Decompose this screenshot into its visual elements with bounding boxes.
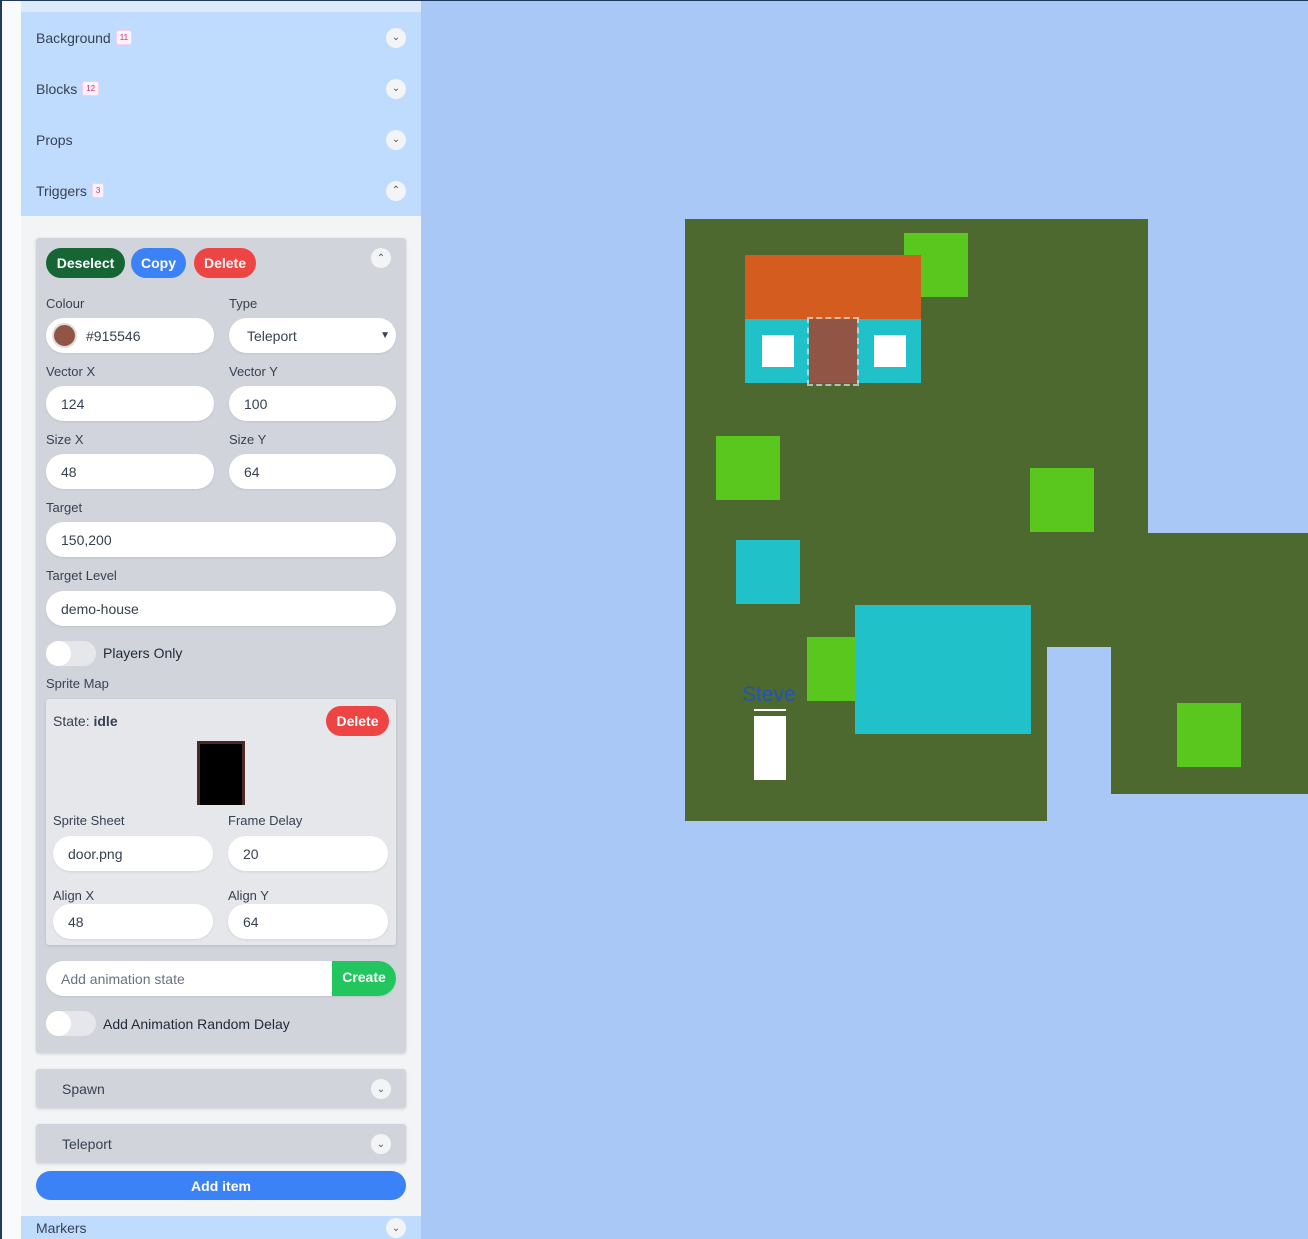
state-name: idle (93, 713, 118, 729)
chevron-up-icon[interactable]: ⌃ (386, 180, 406, 201)
select-arrow-icon: ▼ (380, 330, 390, 341)
chevron-up-icon[interactable]: ⌃ (371, 248, 391, 268)
section-label: Background (36, 29, 111, 46)
trigger-item-label: Teleport (62, 1136, 112, 1152)
count-badge: 3 (91, 183, 105, 198)
chevron-down-icon[interactable]: ⌄ (371, 1079, 391, 1099)
trigger-item-spawn[interactable]: Spawn ⌄ (36, 1069, 406, 1108)
game-canvas[interactable]: Steve (421, 0, 1308, 1239)
door-sprite-preview (197, 741, 245, 805)
size-y-input[interactable]: 64 (229, 454, 396, 489)
section-label: Markers (36, 1220, 87, 1236)
state-prefix: State: (53, 713, 90, 729)
trigger-item-label: Spawn (62, 1081, 105, 1097)
section-label: Blocks (36, 80, 78, 97)
left-gutter (0, 0, 21, 1239)
players-only-label: Players Only (103, 645, 183, 661)
colour-swatch[interactable] (52, 323, 77, 348)
house-window (874, 335, 906, 367)
target-input[interactable]: 150,200 (46, 522, 396, 557)
size-x-input[interactable]: 48 (46, 454, 214, 489)
type-value: Teleport (247, 327, 297, 344)
section-markers[interactable]: Markers ⌄ (21, 1216, 421, 1239)
vector-x-label: Vector X (46, 364, 96, 379)
section-blocks[interactable]: Blocks 12 ⌄ (21, 63, 421, 114)
player-health-bar (754, 709, 786, 711)
add-state-input[interactable]: Add animation state Create (46, 961, 396, 996)
copy-button[interactable]: Copy (131, 248, 186, 278)
type-select[interactable]: Teleport ▼ (229, 318, 396, 353)
trigger-editor-card: Deselect Copy Delete ⌃ Colour Type #9155… (36, 238, 406, 1053)
house-roof[interactable] (745, 255, 921, 319)
vector-y-input[interactable]: 100 (229, 386, 396, 421)
colour-value: #915546 (86, 327, 141, 344)
type-label: Type (229, 296, 258, 311)
grass-block[interactable] (716, 436, 780, 500)
sprite-map-label: Sprite Map (46, 676, 109, 691)
align-y-input[interactable]: 64 (228, 904, 388, 939)
chevron-down-icon[interactable]: ⌄ (386, 78, 406, 99)
deselect-button[interactable]: Deselect (46, 248, 125, 278)
editor-sidebar: Background 11 ⌄ Blocks 12 ⌄ Props ⌄ Triggers 3… (21, 0, 421, 1239)
animation-state-card: State: idle Delete Sprite Sheet Frame De… (46, 699, 396, 945)
grass-block[interactable] (807, 637, 855, 701)
trigger-item-teleport[interactable]: Teleport ⌄ (36, 1124, 406, 1163)
count-badge: 11 (115, 30, 133, 45)
target-level-label: Target Level (46, 568, 117, 583)
colour-input[interactable]: #915546 (46, 318, 214, 353)
player-name-label: Steve (742, 683, 796, 706)
random-delay-label: Add Animation Random Delay (103, 1016, 290, 1032)
create-state-button[interactable]: Create (332, 961, 396, 996)
sidebar-top (21, 0, 421, 12)
gap (1047, 647, 1111, 821)
align-x-label: Align X (53, 888, 95, 903)
vector-y-label: Vector Y (229, 364, 278, 379)
frame-delay-input[interactable]: 20 (228, 836, 388, 871)
water-block[interactable] (736, 540, 800, 604)
align-x-input[interactable]: 48 (53, 904, 213, 939)
state-title: State: idle (53, 713, 118, 729)
section-background[interactable]: Background 11 ⌄ (21, 12, 421, 63)
sprite-sheet-input[interactable]: door.png (53, 836, 213, 871)
target-level-input[interactable]: demo-house (46, 591, 396, 626)
section-label: Props (36, 131, 73, 148)
add-state-placeholder: Add animation state (61, 970, 185, 987)
chevron-down-icon[interactable]: ⌄ (386, 27, 406, 48)
chevron-down-icon[interactable]: ⌄ (386, 129, 406, 150)
add-item-button[interactable]: Add item (36, 1171, 406, 1200)
size-x-label: Size X (46, 432, 84, 447)
chevron-down-icon[interactable]: ⌄ (371, 1134, 391, 1154)
water-block[interactable] (855, 605, 1031, 734)
count-badge: 12 (82, 81, 100, 96)
sprite-sheet-label: Sprite Sheet (53, 813, 125, 828)
grass-block[interactable] (1177, 703, 1241, 767)
target-label: Target (46, 500, 83, 515)
section-triggers[interactable]: Triggers 3 ⌃ (21, 165, 421, 216)
door-trigger[interactable] (809, 319, 857, 383)
frame-delay-label: Frame Delay (228, 813, 303, 828)
size-y-label: Size Y (229, 432, 267, 447)
players-only-toggle[interactable] (46, 641, 96, 666)
delete-state-button[interactable]: Delete (326, 706, 389, 736)
vector-x-input[interactable]: 124 (46, 386, 214, 421)
colour-label: Colour (46, 296, 85, 311)
chevron-down-icon[interactable]: ⌄ (386, 1218, 406, 1238)
delete-button[interactable]: Delete (194, 248, 256, 278)
house-window (762, 335, 794, 367)
grass-block[interactable] (1030, 468, 1094, 532)
random-delay-toggle[interactable] (46, 1011, 96, 1036)
player-sprite[interactable] (754, 716, 786, 780)
align-y-label: Align Y (228, 888, 269, 903)
section-label: Triggers (36, 182, 87, 199)
section-props[interactable]: Props ⌄ (21, 114, 421, 165)
